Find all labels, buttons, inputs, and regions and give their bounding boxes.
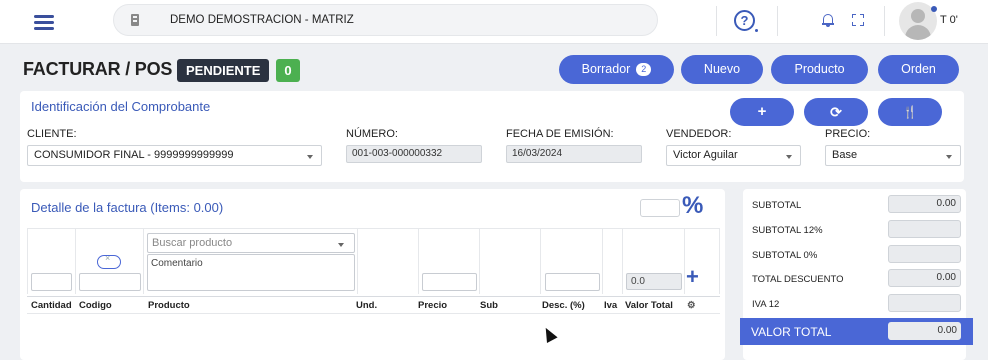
precio-select[interactable]: Base [825,145,961,166]
detalle-title: Detalle de la factura (Items: 0.00) [31,200,224,215]
column-codigo: Codigo [79,300,112,311]
iva-label: IVA 12 [752,299,780,310]
cliente-label: CLIENTE: [27,128,77,140]
subtotal-12-value [888,220,961,238]
column-iva: Iva [604,300,618,311]
fecha-label: FECHA DE EMISIÓN: [506,128,614,140]
grand-total-label: VALOR TOTAL [751,325,832,339]
divider [716,6,717,36]
subtotal-0-value [888,245,961,263]
discount-percent-input[interactable] [640,199,680,217]
grid-cell [480,228,541,294]
comment-textarea[interactable]: Comentario [147,254,355,291]
chevron-down-icon [307,155,313,159]
identificacion-title: Identificación del Comprobante [31,99,211,114]
subtotal-12-label: SUBTOTAL 12% [752,225,823,236]
building-icon [131,14,139,26]
table-header: Cantidad Codigo Producto Und. Precio Sub… [27,296,720,314]
numero-field: 001-003-000000332 [346,145,482,163]
page-title: FACTURAR / POS [23,59,173,79]
subtotal-0-label: SUBTOTAL 0% [752,250,818,261]
column-producto: Producto [148,300,190,311]
column-precio: Precio [418,300,448,311]
grand-total-bar: VALOR TOTAL 0.00 [740,318,973,345]
company-selector[interactable]: DEMO DEMOSTRACION - MATRIZ [113,4,658,36]
orden-button[interactable]: Orden [878,55,959,84]
codigo-input[interactable] [79,273,141,291]
product-search-select[interactable]: Buscar producto [147,233,355,253]
subtotal-value: 0.00 [888,195,961,213]
vendedor-value: Victor Aguilar [673,149,738,161]
company-name: DEMO DEMOSTRACION - MATRIZ [170,14,354,26]
chevron-down-icon [786,155,792,159]
borrador-count-badge: 2 [636,63,652,76]
gears-icon[interactable]: ⚙ [687,300,696,311]
help-icon[interactable]: ? [734,10,758,32]
menu-icon[interactable] [34,15,54,30]
online-indicator [931,6,937,12]
numero-label: NÚMERO: [346,128,398,140]
add-client-button[interactable]: + [730,98,794,126]
status-badge: PENDIENTE [177,59,270,82]
column-valor-total: Valor Total [625,300,673,311]
grid-cell [603,228,623,294]
column-sub: Sub [480,300,498,311]
percent-icon[interactable]: % [682,192,703,220]
fullscreen-icon[interactable] [852,14,864,26]
total-descuento-value: 0.00 [888,269,961,287]
divider [884,6,885,36]
column-descuento: Desc. (%) [542,300,585,311]
vendedor-label: VENDEDOR: [666,128,732,140]
user-name[interactable]: T 0' [940,14,958,26]
subtotal-label: SUBTOTAL [752,200,802,211]
fecha-field[interactable]: 16/03/2024 [506,145,642,163]
producto-button[interactable]: Producto [771,55,868,84]
bell-icon[interactable] [822,14,834,27]
product-search-placeholder: Buscar producto [152,237,233,249]
cliente-value: CONSUMIDOR FINAL - 9999999999999 [34,149,234,161]
total-descuento-label: TOTAL DESCUENTO [752,274,844,285]
precio-value: Base [832,149,858,161]
column-und: Und. [356,300,378,311]
cliente-select[interactable]: CONSUMIDOR FINAL - 9999999999999 [27,145,322,166]
grid-cell [358,228,419,294]
restaurant-button[interactable]: 🍴 [878,98,942,126]
count-badge: 0 [276,59,300,82]
borrador-button[interactable]: Borrador 2 [559,55,674,84]
iva-value [888,294,961,312]
refresh-button[interactable]: ⟳ [804,98,868,126]
divider [777,6,778,36]
nuevo-button[interactable]: Nuevo [681,55,763,84]
column-cantidad: Cantidad [31,300,72,311]
codigo-toggle[interactable] [97,253,121,269]
add-item-button[interactable]: + [686,266,699,288]
precio-input[interactable] [422,273,477,291]
precio-label: PRECIO: [825,128,871,140]
chevron-down-icon [946,155,952,159]
grand-total-value: 0.00 [888,322,961,340]
vendedor-select[interactable]: Victor Aguilar [666,145,801,166]
borrador-label: Borrador [581,62,631,76]
top-bar: DEMO DEMOSTRACION - MATRIZ ? T 0' [0,0,988,44]
valor-total-input: 0.0 [626,273,682,290]
chevron-down-icon [338,243,344,247]
descuento-input[interactable] [545,273,600,291]
cantidad-input[interactable] [31,273,72,291]
